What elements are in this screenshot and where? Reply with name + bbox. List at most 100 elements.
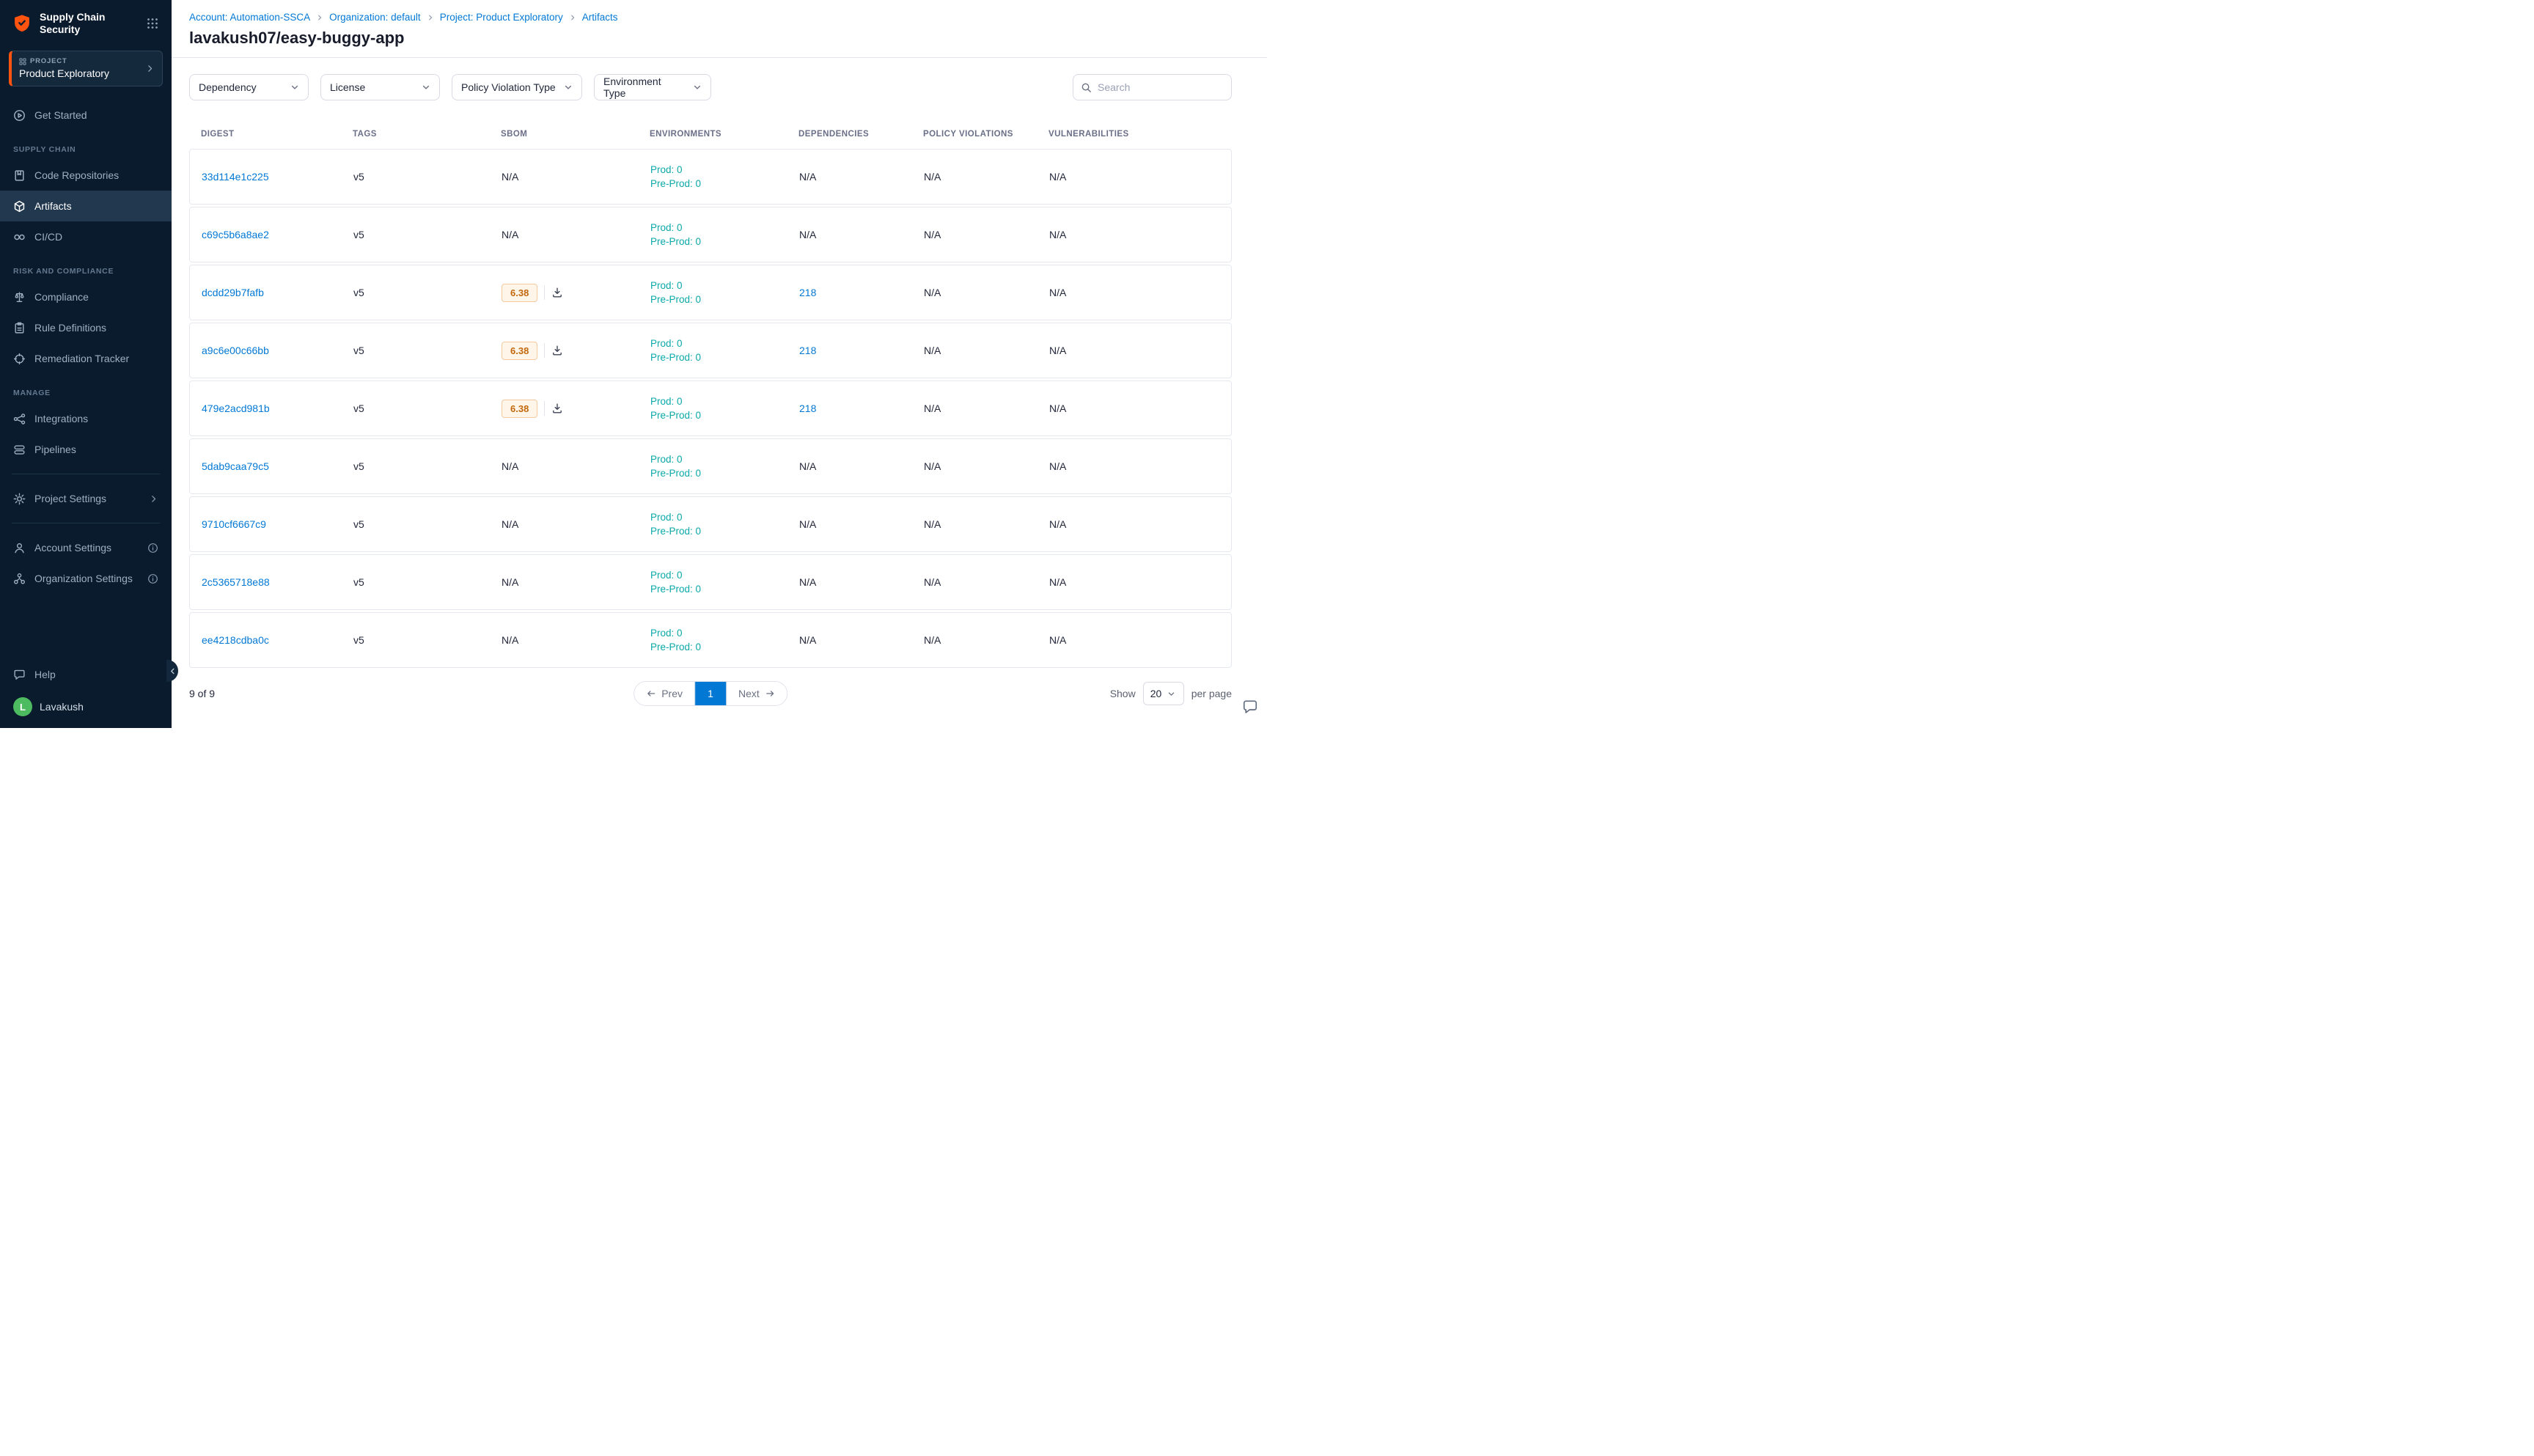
table-row: 5dab9caa79c5 v5 N/A Prod: 0 Pre-Prod: 0 … bbox=[189, 438, 1232, 494]
digest-link[interactable]: 33d114e1c225 bbox=[202, 171, 269, 183]
search-box bbox=[1073, 74, 1232, 100]
policy-violations-value: N/A bbox=[924, 171, 941, 183]
sidebar-item-artifacts[interactable]: Artifacts bbox=[0, 191, 172, 221]
breadcrumb-account-link[interactable]: Account: Automation-SSCA bbox=[189, 12, 310, 23]
sidebar-item-project-settings[interactable]: Project Settings bbox=[0, 483, 172, 514]
sidebar-item-code-repositories[interactable]: Code Repositories bbox=[0, 160, 172, 191]
env-preprod-link[interactable]: Pre-Prod: 0 bbox=[650, 351, 701, 364]
digest-link[interactable]: ee4218cdba0c bbox=[202, 634, 269, 646]
user-menu[interactable]: L Lavakush bbox=[0, 690, 172, 719]
digest-link[interactable]: 479e2acd981b bbox=[202, 402, 270, 414]
sbom-score-badge[interactable]: 6.38 bbox=[502, 342, 537, 360]
sidebar-item-cicd[interactable]: CI/CD bbox=[0, 221, 172, 252]
info-icon[interactable] bbox=[147, 543, 158, 554]
license-filter-dropdown[interactable]: License bbox=[320, 74, 440, 100]
env-prod-link[interactable]: Prod: 0 bbox=[650, 453, 683, 466]
env-preprod-link[interactable]: Pre-Prod: 0 bbox=[650, 235, 701, 248]
dependencies-link[interactable]: 218 bbox=[799, 345, 816, 356]
gear-icon bbox=[13, 493, 26, 505]
env-preprod-link[interactable]: Pre-Prod: 0 bbox=[650, 467, 701, 479]
download-sbom-icon[interactable] bbox=[551, 402, 563, 414]
prev-page-button[interactable]: Prev bbox=[634, 682, 694, 705]
page-number-1[interactable]: 1 bbox=[694, 682, 727, 705]
digest-link[interactable]: 2c5365718e88 bbox=[202, 576, 270, 588]
apps-grid-icon[interactable] bbox=[145, 16, 160, 31]
sidebar-item-organization-settings[interactable]: Organization Settings bbox=[0, 563, 172, 594]
sbom-score-badge[interactable]: 6.38 bbox=[502, 400, 537, 418]
env-preprod-link[interactable]: Pre-Prod: 0 bbox=[650, 525, 701, 537]
breadcrumb-project-link[interactable]: Project: Product Exploratory bbox=[440, 12, 563, 23]
env-prod-link[interactable]: Prod: 0 bbox=[650, 337, 683, 350]
tag-value: v5 bbox=[353, 402, 364, 414]
dependencies-link[interactable]: 218 bbox=[799, 402, 816, 414]
env-prod-link[interactable]: Prod: 0 bbox=[650, 163, 683, 176]
page-size-dropdown[interactable]: 20 bbox=[1143, 682, 1184, 705]
project-name: Product Exploratory bbox=[19, 67, 109, 79]
env-preprod-link[interactable]: Pre-Prod: 0 bbox=[650, 409, 701, 422]
sidebar-item-remediation-tracker[interactable]: Remediation Tracker bbox=[0, 343, 172, 374]
sidebar-item-label: Rule Definitions bbox=[34, 322, 106, 334]
sidebar-nav: Get Started SUPPLY CHAIN Code Repositori… bbox=[0, 100, 172, 594]
env-preprod-link[interactable]: Pre-Prod: 0 bbox=[650, 583, 701, 595]
sidebar-item-label: Organization Settings bbox=[34, 573, 133, 584]
tag-value: v5 bbox=[353, 518, 364, 530]
sidebar-item-pipelines[interactable]: Pipelines bbox=[0, 434, 172, 465]
next-page-button[interactable]: Next bbox=[727, 682, 787, 705]
table-row: dcdd29b7fafb v5 6.38 Prod: 0 Pre-Prod: 0… bbox=[189, 265, 1232, 320]
sidebar-item-account-settings[interactable]: Account Settings bbox=[0, 532, 172, 563]
env-prod-link[interactable]: Prod: 0 bbox=[650, 279, 683, 292]
dependencies-link[interactable]: 218 bbox=[799, 287, 816, 298]
column-header-policy-violations: POLICY VIOLATIONS bbox=[911, 130, 1037, 139]
vulnerabilities-value: N/A bbox=[1049, 229, 1066, 240]
sbom-score-badge[interactable]: 6.38 bbox=[502, 284, 537, 302]
sidebar-item-rule-definitions[interactable]: Rule Definitions bbox=[0, 312, 172, 343]
info-icon[interactable] bbox=[147, 573, 158, 584]
env-preprod-link[interactable]: Pre-Prod: 0 bbox=[650, 641, 701, 653]
dependencies-value: N/A bbox=[799, 171, 816, 183]
dependencies-value: N/A bbox=[799, 576, 816, 588]
digest-link[interactable]: dcdd29b7fafb bbox=[202, 287, 264, 298]
help-chat-icon bbox=[13, 669, 26, 681]
sidebar-item-help[interactable]: Help bbox=[0, 659, 172, 690]
sbom-value: N/A bbox=[502, 171, 518, 183]
tag-value: v5 bbox=[353, 171, 364, 183]
chevron-right-icon bbox=[149, 494, 158, 504]
sidebar-item-label: Help bbox=[34, 669, 56, 680]
env-prod-link[interactable]: Prod: 0 bbox=[650, 627, 683, 639]
digest-link[interactable]: 5dab9caa79c5 bbox=[202, 460, 269, 472]
policy-violations-value: N/A bbox=[924, 518, 941, 530]
tag-value: v5 bbox=[353, 229, 364, 240]
download-sbom-icon[interactable] bbox=[551, 287, 563, 298]
sidebar-item-label: Account Settings bbox=[34, 542, 111, 554]
prev-label: Prev bbox=[661, 688, 683, 699]
search-input[interactable] bbox=[1098, 81, 1230, 93]
download-sbom-icon[interactable] bbox=[551, 345, 563, 356]
env-prod-link[interactable]: Prod: 0 bbox=[650, 569, 683, 581]
page-size-control: Show 20 per page bbox=[1110, 682, 1232, 705]
chevron-right-icon bbox=[427, 14, 434, 21]
env-prod-link[interactable]: Prod: 0 bbox=[650, 221, 683, 234]
sidebar-item-integrations[interactable]: Integrations bbox=[0, 403, 172, 434]
env-prod-link[interactable]: Prod: 0 bbox=[650, 395, 683, 408]
sidebar-item-compliance[interactable]: Compliance bbox=[0, 282, 172, 312]
environment-type-filter-dropdown[interactable]: Environment Type bbox=[594, 74, 711, 100]
next-label: Next bbox=[738, 688, 760, 699]
digest-link[interactable]: a9c6e00c66bb bbox=[202, 345, 269, 356]
breadcrumb-organization-link[interactable]: Organization: default bbox=[329, 12, 421, 23]
breadcrumb: Account: Automation-SSCA Organization: d… bbox=[189, 12, 1249, 23]
digest-link[interactable]: c69c5b6a8ae2 bbox=[202, 229, 269, 240]
env-preprod-link[interactable]: Pre-Prod: 0 bbox=[650, 293, 701, 306]
chat-widget-icon[interactable] bbox=[1242, 699, 1258, 715]
project-selector[interactable]: PROJECT Product Exploratory bbox=[9, 51, 163, 87]
sbom-value: N/A bbox=[502, 229, 518, 240]
table-row: c69c5b6a8ae2 v5 N/A Prod: 0 Pre-Prod: 0 … bbox=[189, 207, 1232, 262]
env-prod-link[interactable]: Prod: 0 bbox=[650, 511, 683, 523]
divider bbox=[544, 401, 545, 416]
dependency-filter-dropdown[interactable]: Dependency bbox=[189, 74, 309, 100]
breadcrumb-artifacts-link[interactable]: Artifacts bbox=[582, 12, 618, 23]
env-preprod-link[interactable]: Pre-Prod: 0 bbox=[650, 177, 701, 190]
column-header-environments: ENVIRONMENTS bbox=[638, 130, 787, 139]
policy-violation-type-filter-dropdown[interactable]: Policy Violation Type bbox=[452, 74, 582, 100]
sidebar-item-get-started[interactable]: Get Started bbox=[0, 100, 172, 130]
digest-link[interactable]: 9710cf6667c9 bbox=[202, 518, 266, 530]
